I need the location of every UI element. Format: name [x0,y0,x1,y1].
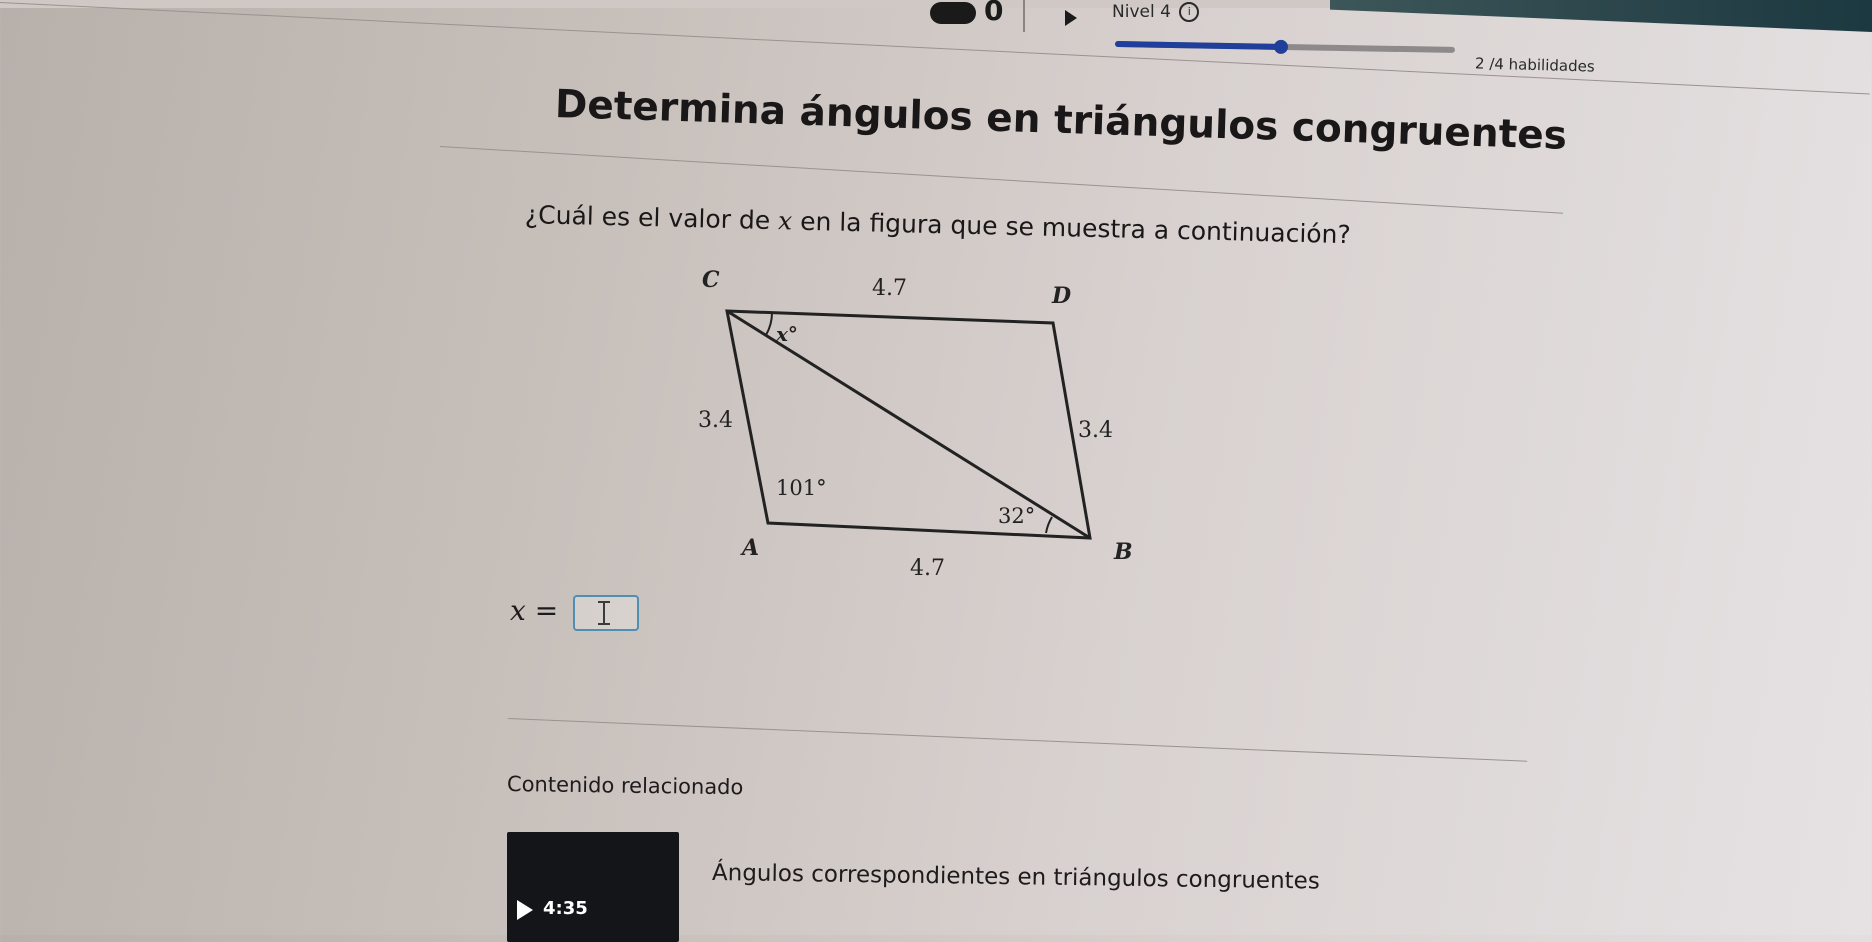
related-content-heading: Contenido relacionado [506,772,744,800]
skills-count: 2 /4 habilidades [1474,54,1595,76]
section-rule [507,718,1528,762]
side-label-ab: 4.7 [910,556,945,581]
vertex-label-b: B [1113,539,1133,565]
skills-progress-fill [1114,41,1282,50]
question-text: ¿Cuál es el valor de x en la figura que … [525,200,1351,249]
video-duration: 4:35 [543,898,588,919]
vertex-label-a: A [740,535,759,561]
related-video-thumbnail[interactable]: 4:35 [507,832,679,942]
vertex-label-c: C [702,267,720,293]
streak-count: 0 [984,0,1004,27]
angle-arc-c [765,312,773,336]
question-before: ¿Cuál es el valor de [524,200,779,236]
answer-label: x = [510,594,559,627]
play-icon[interactable] [517,900,533,920]
page-title: Determina ángulos en triángulos congruen… [554,82,1568,159]
answer-input[interactable] [573,594,640,631]
question-after: en la figura que se muestra a continuaci… [791,206,1352,250]
question-variable: x [777,206,793,236]
skills-progress-bar [1114,39,1456,55]
vertex-label-d: D [1051,283,1071,309]
info-icon[interactable]: i [1179,2,1200,22]
play-icon[interactable] [1065,10,1077,26]
skills-progress-knob [1273,39,1289,55]
quadrilateral-figure: C D A B 4.7 4.7 3.4 3.4 x° 101° 32° [698,267,1133,581]
side-label-db: 3.4 [1078,418,1113,443]
related-video-title[interactable]: Ángulos correspondientes en triángulos c… [712,860,1320,894]
side-label-cd: 4.7 [872,276,907,301]
angle-arc-b [1045,516,1053,534]
answer-row: x = [510,594,640,631]
side-label-ca: 3.4 [698,408,733,433]
streak-badge [930,2,976,24]
text-cursor-icon [598,600,611,625]
top-bar-accent [1330,0,1872,32]
level-label: Nivel 4 [1112,2,1171,22]
header-divider [1023,0,1025,32]
angle-label-a: 101° [776,476,827,500]
level-indicator[interactable]: Nivel 4 i [1112,2,1200,22]
angle-label-b: 32° [998,504,1035,528]
angle-label-c: x° [775,322,798,346]
